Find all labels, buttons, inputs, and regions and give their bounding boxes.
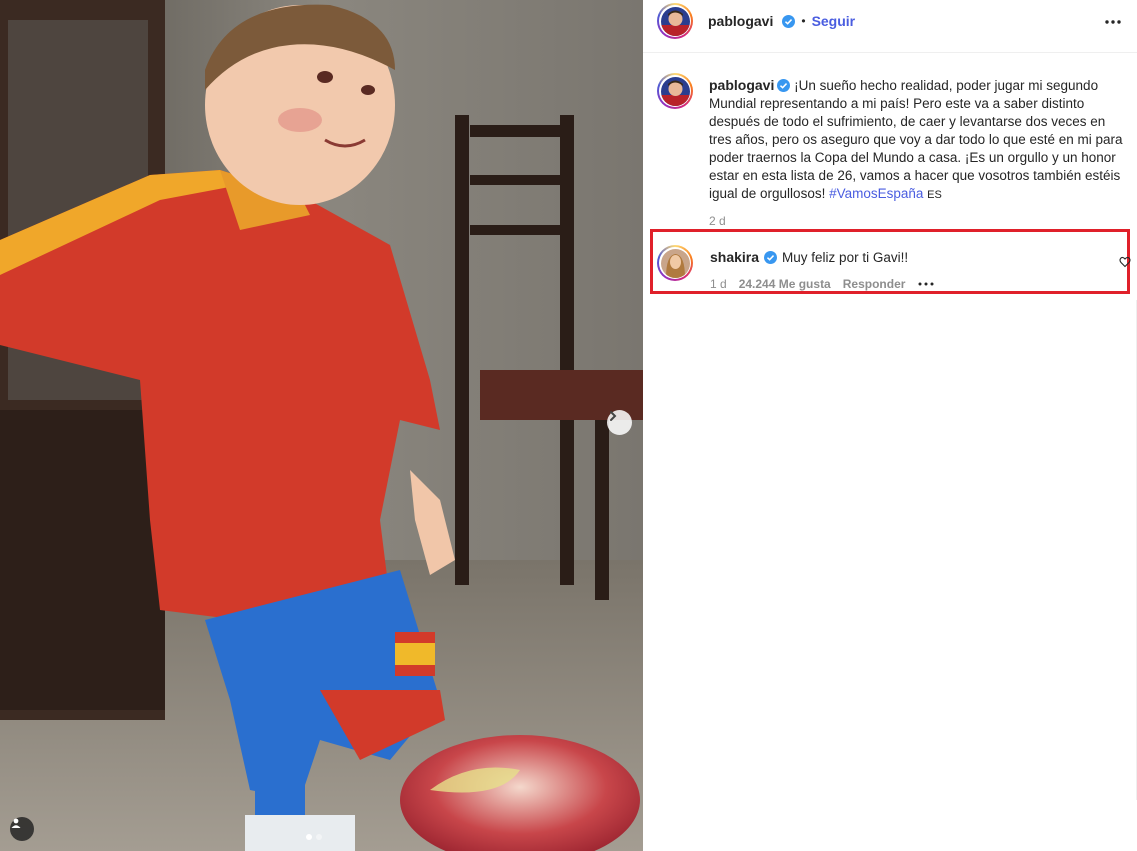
post-author-username[interactable]: pablogavi xyxy=(708,13,773,29)
chevron-right-icon xyxy=(610,411,617,421)
caption-author-avatar-image xyxy=(660,76,690,106)
carousel-next-button[interactable] xyxy=(607,410,632,435)
more-options-button[interactable] xyxy=(1103,14,1123,35)
comment-timestamp[interactable]: 1 d xyxy=(710,277,727,291)
post-caption: pablogavi ¡Un sueño hecho realidad, pode… xyxy=(709,76,1129,230)
comment-meta-row: 1 d 24.244 Me gusta Responder xyxy=(710,275,935,293)
instagram-post-modal: pablogavi • Seguir pablogavi ¡Un sueño h… xyxy=(0,0,1137,851)
post-side-panel: pablogavi • Seguir pablogavi ¡Un sueño h… xyxy=(643,0,1137,851)
post-header: pablogavi • Seguir xyxy=(643,0,1137,53)
header-separator: • xyxy=(801,14,806,28)
tag-user-icon xyxy=(11,818,21,828)
verified-badge-icon xyxy=(764,250,778,264)
more-options-icon xyxy=(918,282,934,286)
heart-icon xyxy=(1119,256,1131,268)
post-photo xyxy=(0,0,643,851)
author-avatar[interactable] xyxy=(657,3,693,39)
caption-hashtag[interactable]: #VamosEspaña xyxy=(829,186,923,201)
comment-author-avatar[interactable] xyxy=(657,245,693,281)
comment-reply-button[interactable]: Responder xyxy=(843,277,906,291)
comment-body: shakira Muy feliz por ti Gavi!! xyxy=(710,249,908,265)
author-avatar-image xyxy=(660,6,690,36)
comment-text: Muy feliz por ti Gavi!! xyxy=(782,249,909,265)
caption-author-username[interactable]: pablogavi xyxy=(709,77,774,93)
post-timestamp[interactable]: 2 d xyxy=(709,212,1129,230)
comment-options-button[interactable] xyxy=(917,275,935,293)
carousel-dot xyxy=(316,834,322,840)
carousel-dot-active xyxy=(306,834,312,840)
caption-author-avatar[interactable] xyxy=(657,73,693,109)
comment-author-avatar-image xyxy=(660,248,690,278)
comment-likes[interactable]: 24.244 Me gusta xyxy=(739,277,831,291)
photo-illustration xyxy=(0,0,643,851)
verified-badge-icon xyxy=(777,79,791,92)
caption-text: ¡Un sueño hecho realidad, poder jugar mi… xyxy=(709,78,1123,201)
follow-button[interactable]: Seguir xyxy=(812,13,856,29)
flag-label: ES xyxy=(927,189,942,201)
more-options-icon xyxy=(1105,20,1121,24)
comment-like-button[interactable] xyxy=(1119,255,1131,273)
comment-author-username[interactable]: shakira xyxy=(710,249,759,265)
carousel-indicator xyxy=(306,834,322,840)
verified-badge-icon xyxy=(782,14,796,28)
tagged-users-button[interactable] xyxy=(10,817,34,841)
